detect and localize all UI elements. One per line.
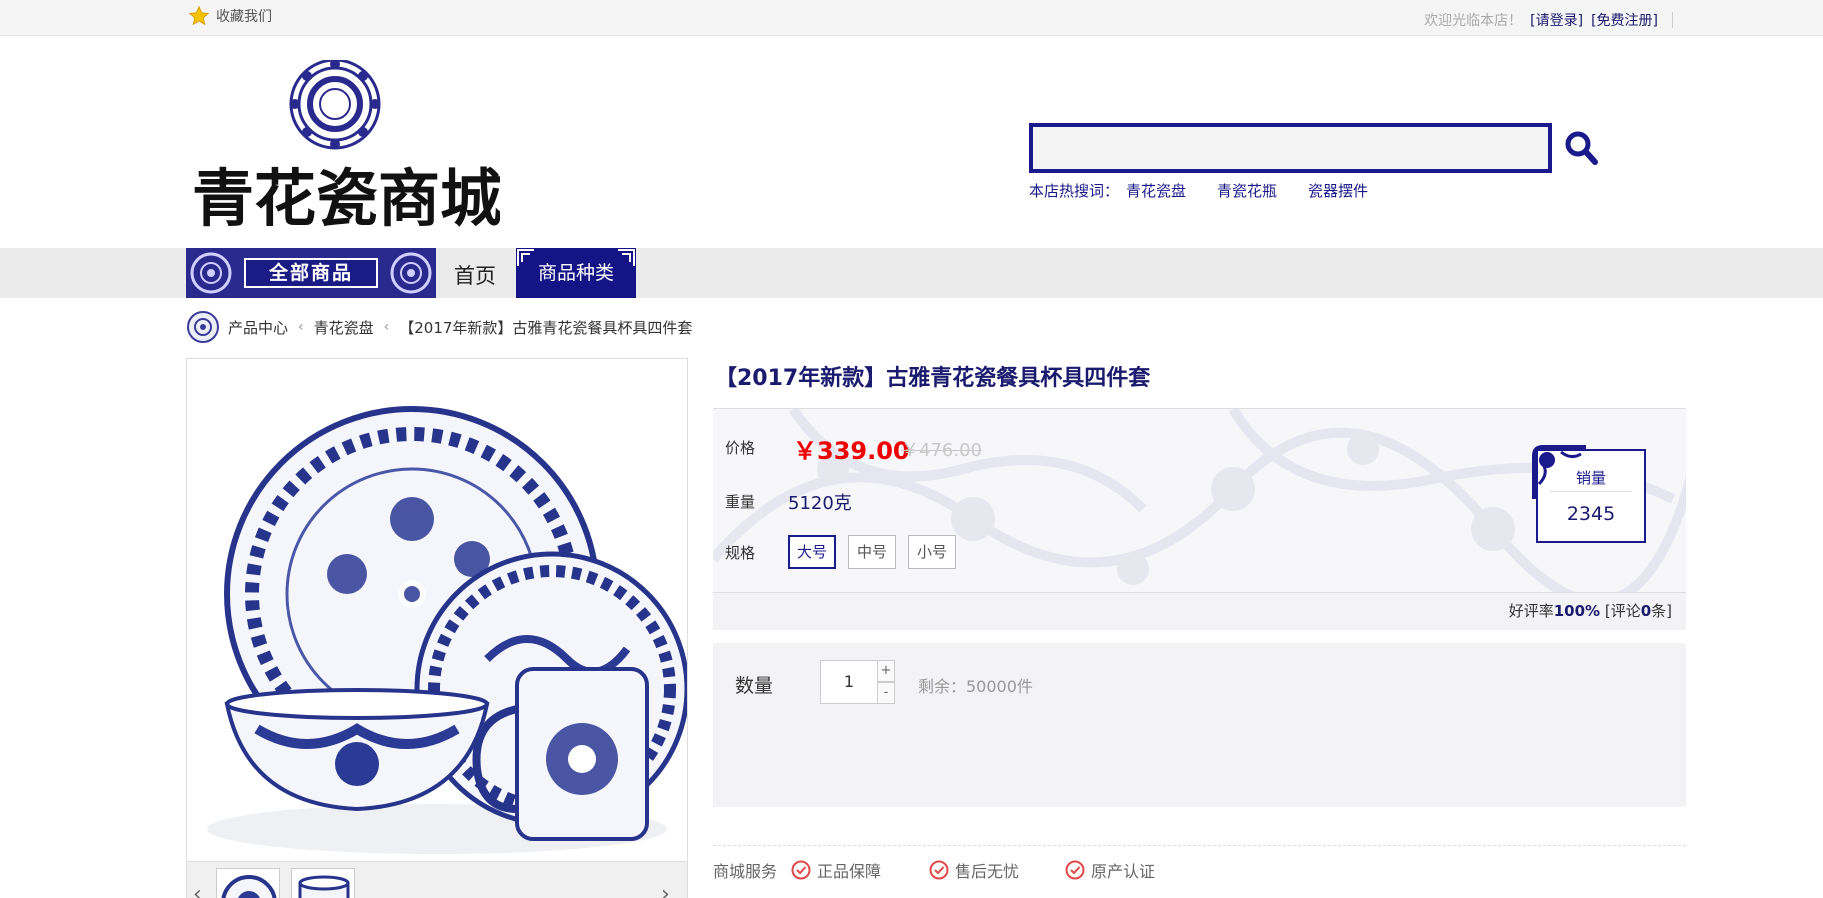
nav-categories-label: 商品种类 bbox=[537, 262, 614, 284]
chevron-left-icon[interactable]: ‹ bbox=[193, 882, 202, 898]
chevron-left-icon: ‹ bbox=[383, 319, 390, 335]
thumbnail-image bbox=[298, 875, 350, 898]
hot-word[interactable]: 青花瓷盘 bbox=[1126, 180, 1186, 201]
product-info-panel: 价格 ￥339.00 ￥476.00 重量 5120克 规格 大号 中号 小号 … bbox=[713, 408, 1686, 592]
original-price: ￥476.00 bbox=[901, 440, 982, 461]
top-bar: 收藏我们 欢迎光临本店！ [请登录] [免费注册] bbox=[0, 0, 1823, 36]
hot-search-label: 本店热搜词： bbox=[1029, 182, 1120, 200]
chevron-left-icon: ‹ bbox=[298, 319, 304, 335]
spec-option-medium[interactable]: 中号 bbox=[848, 535, 896, 569]
search-icon bbox=[1565, 131, 1598, 165]
quantity-plus-button[interactable]: + bbox=[877, 660, 895, 682]
hot-search-words: 本店热搜词： 青花瓷盘 青瓷花瓶 瓷器摆件 bbox=[1029, 180, 1368, 201]
service-item: 正品保障 bbox=[791, 858, 881, 882]
service-label: 商城服务 bbox=[713, 862, 778, 881]
service-item: 售后无忧 bbox=[929, 858, 1019, 882]
search-button[interactable] bbox=[1562, 128, 1602, 168]
star-icon bbox=[188, 5, 210, 26]
divider bbox=[1672, 12, 1673, 28]
weight-label: 重量 bbox=[725, 493, 756, 511]
all-goods-button[interactable]: 全部商品 bbox=[186, 248, 436, 298]
service-item: 原产认证 bbox=[1065, 858, 1155, 882]
product-gallery: ‹ › bbox=[186, 358, 688, 898]
review-suffix: 条] bbox=[1651, 602, 1672, 620]
quantity-panel: 数量 1 + - 剩余：50000件 bbox=[713, 643, 1686, 807]
quantity-input[interactable]: 1 bbox=[820, 660, 878, 704]
quantity-minus-button[interactable]: - bbox=[877, 682, 895, 704]
breadcrumb-item[interactable]: 产品中心 bbox=[228, 317, 288, 338]
stock-remaining: 剩余：50000件 bbox=[918, 677, 1033, 696]
rating-bar: 好评率100% [评论0条] bbox=[713, 592, 1686, 630]
favorite-label: 收藏我们 bbox=[216, 9, 272, 25]
check-circle-icon bbox=[791, 860, 811, 880]
hot-word[interactable]: 青瓷花瓶 bbox=[1217, 180, 1277, 201]
check-circle-icon bbox=[1065, 860, 1085, 880]
product-title: 【2017年新款】古雅青花瓷餐具杯具四件套 bbox=[715, 366, 1151, 391]
check-circle-icon bbox=[929, 860, 949, 880]
main-nav: 全部商品 首页 商品种类 bbox=[0, 248, 1823, 298]
service-text: 原产认证 bbox=[1091, 862, 1156, 881]
site-logo[interactable]: 青花瓷商城 bbox=[190, 58, 502, 235]
review-count[interactable]: 0 bbox=[1641, 602, 1651, 620]
weight-value: 5120克 bbox=[788, 493, 852, 514]
porcelain-logo-icon: 青花瓷商城 bbox=[192, 58, 502, 235]
review-prefix: [评论 bbox=[1604, 602, 1641, 620]
quantity-label: 数量 bbox=[735, 675, 774, 697]
logo-text: 青花瓷商城 bbox=[192, 162, 500, 230]
breadcrumb-current: 【2017年新款】古雅青花瓷餐具杯具四件套 bbox=[399, 318, 693, 337]
chevron-right-icon[interactable]: › bbox=[661, 882, 670, 898]
porcelain-set-image bbox=[187, 359, 687, 861]
price-label: 价格 bbox=[725, 439, 756, 457]
sales-count: 2345 bbox=[1566, 503, 1616, 525]
service-text: 正品保障 bbox=[817, 862, 882, 881]
search-input[interactable] bbox=[1029, 123, 1552, 173]
thumbnail-strip: ‹ › bbox=[187, 861, 687, 898]
spec-option-small[interactable]: 小号 bbox=[908, 535, 956, 569]
ornament-icon bbox=[390, 252, 432, 294]
price: ￥339.00 bbox=[793, 437, 910, 465]
thumbnail[interactable] bbox=[291, 868, 355, 898]
product-main-image[interactable] bbox=[187, 359, 687, 861]
register-link[interactable]: [免费注册] bbox=[1591, 10, 1658, 30]
thumbnail-image bbox=[221, 875, 277, 898]
nav-home[interactable]: 首页 bbox=[454, 260, 496, 290]
welcome-text: 欢迎光临本店！ bbox=[1424, 13, 1523, 29]
breadcrumb-item[interactable]: 青花瓷盘 bbox=[314, 317, 374, 338]
favorite-link[interactable]: 收藏我们 bbox=[188, 5, 272, 27]
all-goods-label: 全部商品 bbox=[244, 258, 378, 288]
breadcrumb: 产品中心 ‹ 青花瓷盘 ‹ 【2017年新款】古雅青花瓷餐具杯具四件套 bbox=[186, 310, 692, 344]
nav-categories[interactable]: 商品种类 bbox=[516, 248, 636, 298]
service-text: 售后无忧 bbox=[955, 862, 1020, 881]
corner-ornament-icon bbox=[1532, 445, 1586, 499]
ornament-icon bbox=[190, 252, 232, 294]
spec-option-large[interactable]: 大号 bbox=[788, 535, 836, 569]
login-link[interactable]: [请登录] bbox=[1530, 10, 1583, 30]
welcome-area: 欢迎光临本店！ [请登录] [免费注册] bbox=[1424, 10, 1673, 30]
mall-service: 商城服务 正品保障 售后无忧 原产认证 bbox=[713, 845, 1686, 898]
porcelain-plate-icon bbox=[187, 311, 219, 343]
hot-word[interactable]: 瓷器摆件 bbox=[1308, 180, 1368, 201]
spec-label: 规格 bbox=[725, 544, 756, 562]
rating-value: 100% bbox=[1553, 602, 1601, 620]
thumbnail[interactable] bbox=[216, 868, 280, 898]
rating-label: 好评率 bbox=[1508, 602, 1554, 620]
